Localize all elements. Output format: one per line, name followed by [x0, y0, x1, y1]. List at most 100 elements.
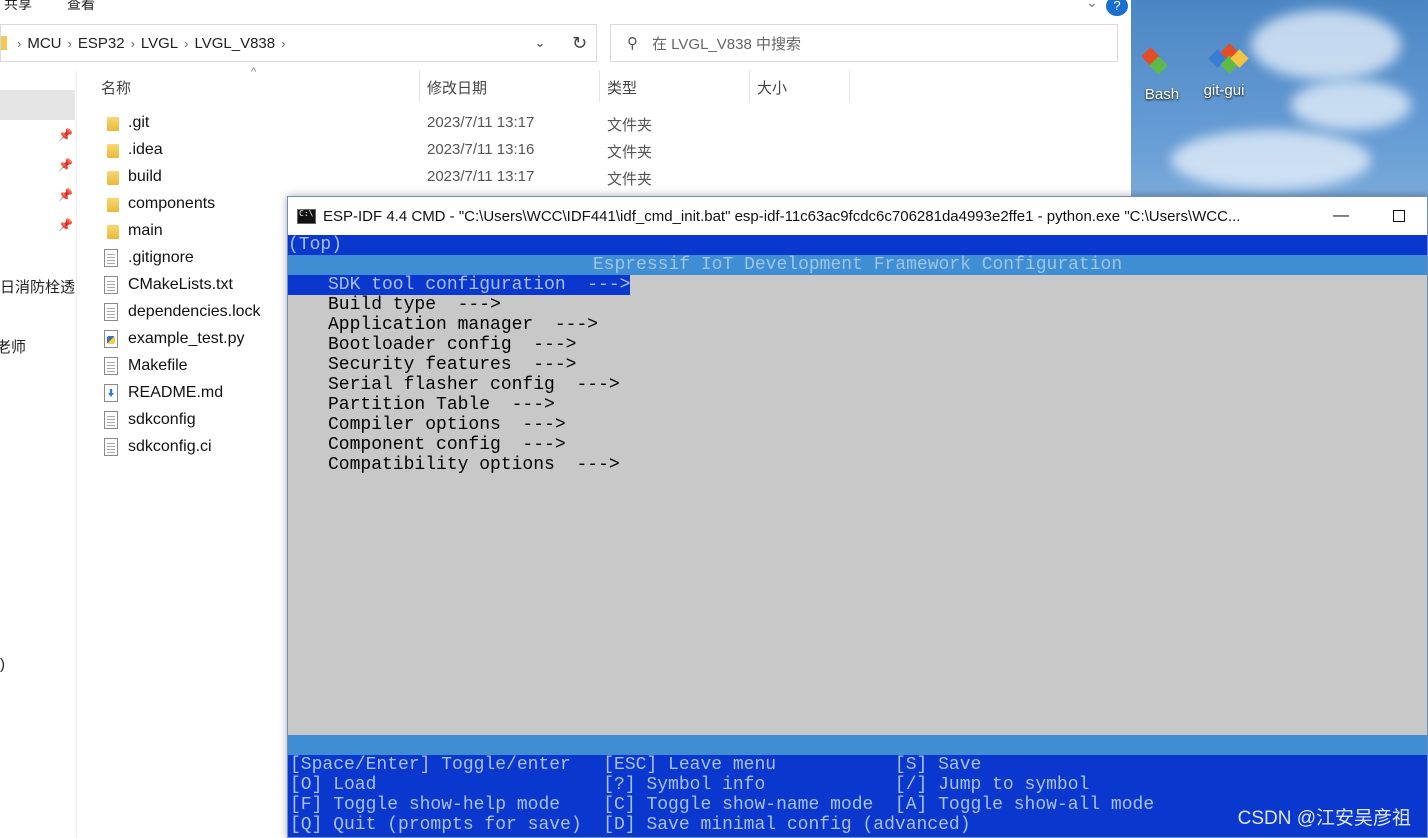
nav-item[interactable]: 日消防栓透 — [0, 276, 75, 297]
column-header-date[interactable]: 修改日期 — [427, 77, 487, 98]
column-divider[interactable] — [419, 70, 420, 102]
ribbon-collapse-icon[interactable]: ⌄ — [1086, 0, 1098, 11]
file-name: dependencies.lock — [128, 303, 261, 320]
file-name: CMakeLists.txt — [128, 276, 233, 293]
pin-icon: 📌 — [58, 218, 73, 232]
folder-icon — [107, 225, 119, 239]
file-date: 2023/7/11 13:16 — [427, 141, 535, 158]
folder-icon — [107, 117, 119, 131]
menu-item-compatibility-options[interactable]: Compatibility options ---> — [288, 455, 1427, 475]
column-divider[interactable] — [599, 70, 600, 102]
file-icon — [104, 303, 118, 321]
file-name: main — [128, 222, 163, 239]
file-type: 文件夹 — [607, 117, 653, 134]
menu-item-serial-flasher-config[interactable]: Serial flasher config ---> — [288, 375, 1427, 395]
breadcrumb-item[interactable]: LVGL — [141, 35, 178, 52]
column-divider[interactable] — [749, 70, 750, 102]
chevron-right-icon: › — [184, 35, 189, 51]
menu-item-compiler-options[interactable]: Compiler options ---> — [288, 415, 1427, 435]
address-history-dropdown[interactable]: ⌄ — [526, 24, 554, 62]
refresh-button[interactable]: ↻ — [562, 24, 597, 62]
breadcrumb-item[interactable]: MCU — [27, 35, 61, 52]
column-header-type[interactable]: 类型 — [607, 77, 637, 98]
pin-icon: 📌 — [58, 158, 73, 172]
git-bash-icon — [1136, 47, 1168, 80]
folder-icon — [107, 171, 119, 185]
column-divider[interactable] — [849, 70, 850, 102]
menu-item-bootloader-config[interactable]: Bootloader config ---> — [288, 335, 1427, 355]
ribbon-tab-share[interactable]: 共享 — [4, 0, 32, 14]
column-header-name[interactable]: 名称 — [101, 77, 131, 98]
python-file-icon — [104, 330, 118, 348]
nav-selected-item[interactable] — [0, 90, 75, 120]
terminal-area[interactable]: (Top) Espressif IoT Development Framewor… — [288, 235, 1427, 837]
file-name: .idea — [128, 141, 163, 158]
file-name: README.md — [128, 384, 224, 401]
file-name: example_test.py — [128, 330, 245, 347]
keybinding-line: [Q] Quit (prompts for save) [D] Save min… — [290, 815, 971, 835]
menu-item-component-config[interactable]: Component config ---> — [288, 435, 1427, 455]
menu-item-label: SDK tool configuration ---> — [328, 275, 631, 295]
address-bar[interactable]: › MCU › ESP32 › LVGL › LVGL_V838 › — [0, 24, 597, 62]
file-row[interactable]: build 2023/7/11 13:17 文件夹 — [100, 165, 1100, 192]
cmd-app-icon — [297, 208, 316, 224]
file-name: .gitignore — [128, 249, 194, 266]
menu-item-label: Compiler options ---> — [328, 415, 566, 435]
menu-item-label: Bootloader config ---> — [328, 335, 577, 355]
search-box[interactable]: ⚲ 在 LVGL_V838 中搜索 — [610, 24, 1118, 62]
pin-icon: 📌 — [58, 188, 73, 202]
menu-item-security-features[interactable]: Security features ---> — [288, 355, 1427, 375]
column-header-size[interactable]: 大小 — [757, 77, 787, 98]
desktop-icon-label: Bash — [1144, 86, 1180, 103]
chevron-right-icon: › — [130, 35, 135, 51]
maximize-button[interactable] — [1376, 197, 1422, 235]
file-type: 文件夹 — [607, 171, 653, 188]
file-name: .git — [128, 114, 150, 131]
column-headers: 名称 修改日期 类型 大小 — [76, 70, 1131, 104]
help-icon[interactable]: ? — [1106, 0, 1128, 16]
desktop-icon-git-gui[interactable]: git-gui — [1189, 43, 1259, 99]
nav-item[interactable]: ) — [0, 656, 5, 673]
cmd-title-bar[interactable]: ESP-IDF 4.4 CMD - "C:\Users\WCC\IDF441\i… — [288, 197, 1427, 235]
file-icon — [104, 357, 118, 375]
file-name: build — [128, 168, 162, 185]
file-name: sdkconfig — [128, 411, 196, 428]
ribbon-tabs: 共享 查看 ⌄ ? — [0, 0, 1131, 16]
git-gui-icon — [1208, 43, 1249, 76]
ribbon-tab-view[interactable]: 查看 — [67, 0, 95, 14]
search-icon: ⚲ — [627, 35, 638, 52]
menu-item-label: Build type ---> — [328, 295, 501, 315]
search-placeholder: 在 LVGL_V838 中搜索 — [652, 35, 801, 53]
keybinding-line: [O] Load [?] Symbol info [/] Jump to sym… — [290, 775, 1090, 795]
menu-item-label: Partition Table ---> — [328, 395, 555, 415]
folder-icon — [1, 36, 7, 50]
file-icon — [104, 276, 118, 294]
menu-item-label: Application manager ---> — [328, 315, 599, 335]
chevron-right-icon: › — [67, 35, 72, 51]
help-bar-separator — [288, 735, 1427, 755]
menu-item-label: Security features ---> — [328, 355, 577, 375]
file-icon — [104, 249, 118, 267]
keybinding-line: [Space/Enter] Toggle/enter [ESC] Leave m… — [290, 755, 982, 775]
menu-item-application-manager[interactable]: Application manager ---> — [288, 315, 1427, 335]
watermark: CSDN @江安吴彦祖 — [1237, 808, 1411, 829]
file-row[interactable]: .idea 2023/7/11 13:16 文件夹 — [100, 138, 1100, 165]
menu-item-build-type[interactable]: Build type ---> — [288, 295, 1427, 315]
folder-icon — [107, 144, 119, 158]
file-icon — [104, 411, 118, 429]
file-date: 2023/7/11 13:17 — [427, 114, 535, 131]
menuconfig-menu: SDK tool configuration ---> Build type -… — [288, 275, 1427, 575]
maximize-icon — [1393, 210, 1405, 222]
menu-item-partition-table[interactable]: Partition Table ---> — [288, 395, 1427, 415]
breadcrumb-item[interactable]: ESP32 — [78, 35, 125, 52]
keybinding-footer: [Space/Enter] Toggle/enter [ESC] Leave m… — [288, 755, 1427, 837]
menu-item-sdk-tool-configuration[interactable]: SDK tool configuration ---> — [288, 275, 1427, 295]
breadcrumb-item[interactable]: LVGL_V838 — [195, 35, 276, 52]
minimize-button[interactable]: — — [1318, 197, 1364, 235]
chevron-right-icon: › — [17, 35, 22, 51]
chevron-right-icon: › — [281, 35, 286, 51]
nav-item[interactable]: 老师 — [0, 336, 26, 357]
file-row[interactable]: .git 2023/7/11 13:17 文件夹 — [100, 111, 1100, 138]
cmd-window: ESP-IDF 4.4 CMD - "C:\Users\WCC\IDF441\i… — [287, 196, 1428, 838]
menuconfig-header: Espressif IoT Development Framework Conf… — [288, 255, 1427, 275]
